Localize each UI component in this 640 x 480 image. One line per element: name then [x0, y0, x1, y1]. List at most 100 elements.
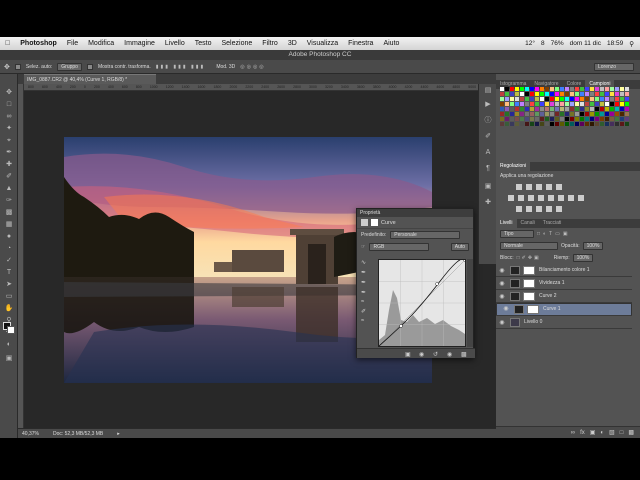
- dodge-icon[interactable]: ◔: [4, 244, 14, 253]
- menu-filtro[interactable]: Filtro: [257, 40, 283, 47]
- status-arrow-icon[interactable]: ▸: [117, 429, 120, 438]
- adjustment-icon[interactable]: [558, 195, 564, 201]
- color-swatch[interactable]: [585, 102, 589, 106]
- color-swatch[interactable]: [520, 107, 524, 111]
- layer-row[interactable]: ◉ Curve 1: [496, 303, 632, 316]
- color-swatch[interactable]: [615, 117, 619, 121]
- color-swatch[interactable]: [580, 107, 584, 111]
- color-swatch[interactable]: [565, 97, 569, 101]
- color-swatch[interactable]: [585, 117, 589, 121]
- color-swatch[interactable]: [605, 112, 609, 116]
- color-swatch[interactable]: [600, 107, 604, 111]
- color-swatch[interactable]: [580, 112, 584, 116]
- filter-icons[interactable]: □◐T▭▣: [537, 231, 571, 237]
- color-swatch[interactable]: [600, 97, 604, 101]
- color-swatch[interactable]: [550, 87, 554, 91]
- weather-status[interactable]: 12°: [525, 40, 535, 47]
- color-swatch[interactable]: [545, 102, 549, 106]
- time-status[interactable]: 18:59: [607, 40, 623, 47]
- color-swatch[interactable]: [625, 112, 629, 116]
- eye-icon[interactable]: ◉: [496, 293, 508, 300]
- color-swatch[interactable]: [590, 102, 594, 106]
- color-swatch[interactable]: [615, 92, 619, 96]
- shape-icon[interactable]: ▭: [4, 292, 14, 301]
- color-swatch[interactable]: [610, 122, 614, 126]
- adjustment-icon[interactable]: [516, 184, 522, 190]
- color-swatch[interactable]: [565, 117, 569, 121]
- color-swatch[interactable]: [510, 97, 514, 101]
- zoom-level[interactable]: 40,37%: [22, 429, 39, 438]
- color-swatch[interactable]: [540, 122, 544, 126]
- color-swatch[interactable]: [560, 117, 564, 121]
- color-swatch[interactable]: [510, 117, 514, 121]
- color-swatch[interactable]: [505, 92, 509, 96]
- color-swatch[interactable]: [610, 87, 614, 91]
- color-swatch[interactable]: [585, 87, 589, 91]
- adjustment-icon[interactable]: [578, 195, 584, 201]
- color-swatch[interactable]: [540, 112, 544, 116]
- color-swatch[interactable]: [605, 97, 609, 101]
- preset-dropdown[interactable]: Personale: [390, 231, 461, 239]
- eye-icon[interactable]: ◉: [496, 319, 508, 326]
- color-swatch[interactable]: [500, 92, 504, 96]
- character-panel-icon[interactable]: A: [483, 148, 493, 157]
- layer-comps-icon[interactable]: ▣: [483, 182, 493, 191]
- color-swatch[interactable]: [520, 97, 524, 101]
- color-swatch[interactable]: [620, 117, 624, 121]
- color-swatch[interactable]: [580, 87, 584, 91]
- color-swatch[interactable]: [555, 97, 559, 101]
- auto-button[interactable]: Auto: [450, 243, 469, 251]
- color-swatch[interactable]: [515, 117, 519, 121]
- color-swatch[interactable]: [565, 107, 569, 111]
- add-mask-icon[interactable]: ▣: [590, 429, 596, 436]
- spotlight-icon[interactable]: ⚲: [629, 40, 634, 48]
- color-swatch[interactable]: [510, 122, 514, 126]
- transform-checkbox[interactable]: [86, 63, 93, 70]
- color-swatch[interactable]: [570, 112, 574, 116]
- color-swatch[interactable]: [580, 97, 584, 101]
- auto-select-dropdown[interactable]: Gruppo: [57, 62, 82, 71]
- color-swatch[interactable]: [520, 122, 524, 126]
- color-swatch[interactable]: [570, 122, 574, 126]
- color-swatch[interactable]: [600, 122, 604, 126]
- color-swatch[interactable]: [550, 122, 554, 126]
- color-swatch[interactable]: [535, 107, 539, 111]
- menu-visualizza[interactable]: Visualizza: [302, 40, 343, 47]
- color-swatch[interactable]: [575, 92, 579, 96]
- color-swatch[interactable]: [550, 107, 554, 111]
- color-swatch[interactable]: [545, 92, 549, 96]
- 3d-icons[interactable]: ◎◎◎◎: [240, 64, 265, 70]
- color-swatch[interactable]: [595, 97, 599, 101]
- color-swatch[interactable]: [585, 97, 589, 101]
- battery-status[interactable]: 76%: [551, 40, 564, 47]
- color-swatch[interactable]: [615, 112, 619, 116]
- pen-icon[interactable]: ✓: [4, 256, 14, 265]
- color-swatch[interactable]: [500, 122, 504, 126]
- layer-thumbnail[interactable]: [510, 278, 520, 288]
- menu-testo[interactable]: Testo: [190, 40, 217, 47]
- curve-point-icon[interactable]: ∿: [361, 259, 373, 266]
- notification-status[interactable]: 8: [541, 40, 545, 47]
- color-swatch[interactable]: [560, 92, 564, 96]
- color-swatch[interactable]: [575, 87, 579, 91]
- delete-layer-icon[interactable]: ▩: [628, 429, 634, 436]
- color-swatch[interactable]: [620, 102, 624, 106]
- color-swatch[interactable]: [590, 112, 594, 116]
- color-swatch[interactable]: [530, 87, 534, 91]
- clip-to-layer-icon[interactable]: ▣: [405, 351, 411, 358]
- apple-icon[interactable]: : [0, 40, 15, 47]
- adjustment-icon[interactable]: [528, 195, 534, 201]
- tab-regolazioni[interactable]: Regolazioni: [496, 162, 531, 171]
- adjustment-icon[interactable]: [526, 206, 532, 212]
- screen-mode-icon[interactable]: ▣: [4, 354, 14, 363]
- color-swatch[interactable]: [560, 87, 564, 91]
- layer-thumbnail[interactable]: [510, 291, 520, 301]
- color-swatch[interactable]: [625, 102, 629, 106]
- color-swatch[interactable]: [590, 87, 594, 91]
- mask-icon[interactable]: [371, 219, 378, 226]
- color-swatch[interactable]: [545, 117, 549, 121]
- color-swatch[interactable]: [575, 117, 579, 121]
- visibility-icon[interactable]: ◉: [447, 351, 452, 358]
- color-swatch[interactable]: [625, 122, 629, 126]
- color-swatch[interactable]: [620, 87, 624, 91]
